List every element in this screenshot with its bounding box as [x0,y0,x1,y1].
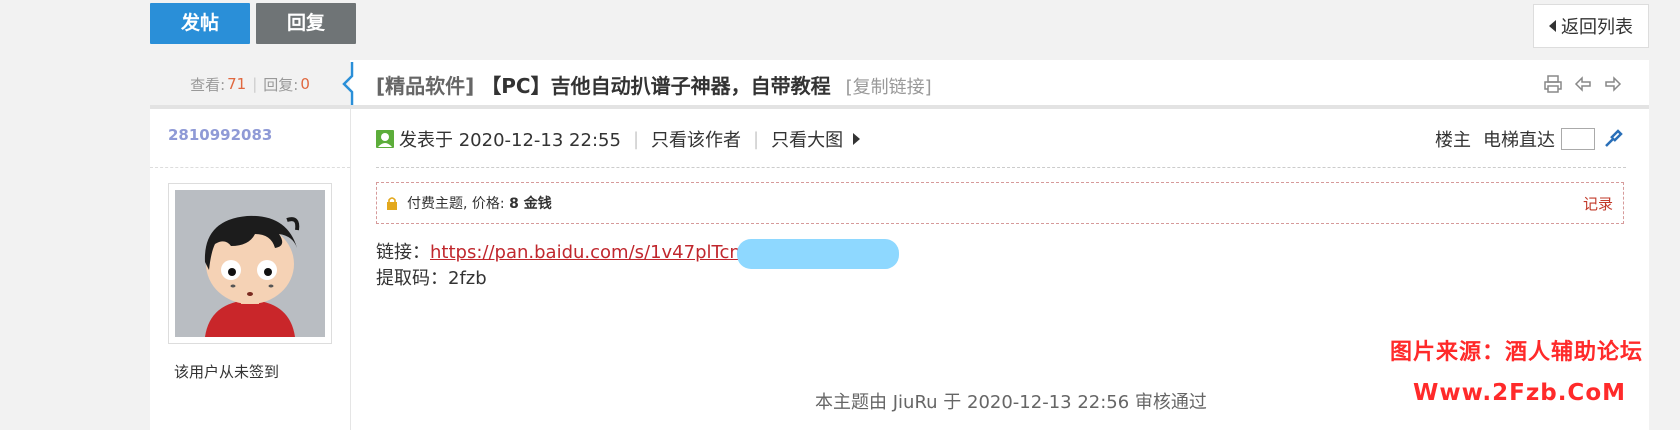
caret-right-icon[interactable] [853,133,861,145]
views-count: 71 [227,75,247,93]
author-name[interactable]: 2810992083 [168,126,272,144]
avatar-cartoon-icon [175,190,325,337]
extract-code-line: 提取码：2fzb [376,266,761,292]
redaction-mark [737,239,899,269]
reply-button[interactable]: 回复 [256,3,356,44]
code-value: 2fzb [448,268,487,289]
sidebar-divider [150,167,350,168]
paid-notice-text: 付费主题, 价格: 8 金钱 [407,193,552,213]
title-divider [150,105,1649,109]
watermark-url: Www.2Fzb.CoM [1413,380,1627,406]
meta-separator: | [632,128,640,150]
avatar[interactable] [168,183,332,344]
previous-thread-icon[interactable] [1573,74,1593,94]
avatar-image [175,190,325,337]
link-label: 链接： [376,242,430,263]
thread-card: 查看: 71 | 回复: 0 [精品软件] 【PC】吉他自动扒谱子神器，自带教程… [150,60,1649,430]
title-actions [1543,74,1623,94]
watermark-source: 图片来源：酒人辅助论坛 [1390,340,1644,365]
post-divider [376,167,1626,168]
floor-controls: 楼主 电梯直达 [1435,126,1623,152]
post-button[interactable]: 发帖 [150,3,250,44]
lock-icon [387,197,397,210]
post-content: 链接：https://pan.baidu.com/s/1v47plTcn_2 提… [376,240,761,292]
paid-price: 8 金钱 [509,196,552,212]
back-arrow-icon [1549,20,1556,32]
next-thread-icon[interactable] [1603,74,1623,94]
back-to-list-button[interactable]: 返回列表 [1533,4,1649,48]
thread-stats: 查看: 71 | 回复: 0 [150,60,350,108]
print-icon[interactable] [1543,74,1563,94]
floor-label: 楼主 [1435,130,1471,151]
thread-title-bar: [精品软件] 【PC】吉他自动扒谱子神器，自带教程 [复制链接] [342,60,1649,108]
elevator-input[interactable] [1561,128,1595,150]
thread-title: [精品软件] 【PC】吉他自动扒谱子神器，自带教程 [复制链接] [376,70,932,99]
views-label: 查看: [190,75,226,94]
user-online-icon [376,130,394,148]
record-link[interactable]: 记录 [1583,193,1613,214]
post-meta: 发表于 2020-12-13 22:55 | 只看该作者 | 只看大图 [376,126,861,152]
thread-category[interactable]: [精品软件] [376,74,474,98]
replies-label: 回复: [263,75,299,94]
back-to-list-label: 返回列表 [1561,17,1633,38]
replies-count: 0 [300,75,310,93]
jump-icon[interactable] [1603,129,1623,149]
title-bracket-icon [342,62,354,106]
thread-title-text: 【PC】吉他自动扒谱子神器，自带教程 [481,73,831,98]
posted-time: 发表于 2020-12-13 22:55 [399,130,621,151]
meta-separator: | [753,128,760,150]
download-link-line: 链接：https://pan.baidu.com/s/1v47plTcn_2 [376,240,761,266]
elevator-label: 电梯直达 [1483,130,1555,151]
large-images-link[interactable]: 只看大图 [771,126,843,152]
stats-separator: | [252,75,258,93]
copy-link[interactable]: [复制链接] [846,77,932,98]
download-link[interactable]: https://pan.baidu.com/s/1v47plTcn_2 [430,242,761,263]
code-label: 提取码： [376,268,448,289]
only-author-link[interactable]: 只看该作者 [651,126,741,152]
sign-in-status: 该用户从未签到 [174,363,280,381]
paid-notice: 付费主题, 价格: 8 金钱 记录 [376,182,1624,224]
paid-notice-prefix: 付费主题, 价格: [407,196,510,212]
